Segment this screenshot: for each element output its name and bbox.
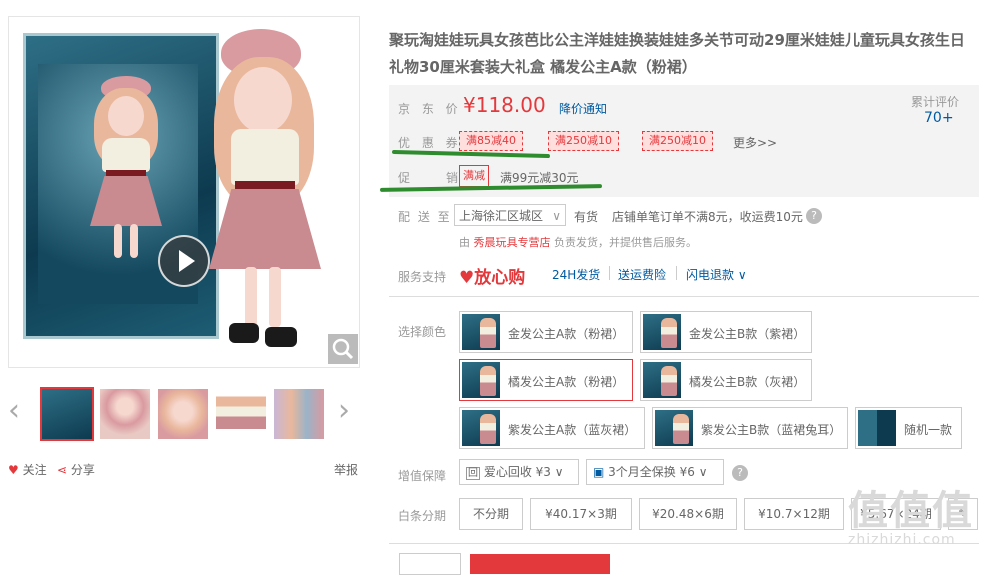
addon-recycle-label: 爱心回收 ¥3 ∨	[483, 465, 564, 479]
promo-text: 满99元减30元	[500, 171, 579, 185]
main-product-image[interactable]	[8, 16, 360, 368]
region-value: 上海徐汇区城区	[459, 209, 544, 223]
addon-warranty-label: 3个月全保换 ¥6 ∨	[608, 465, 708, 479]
addon-recycle-select[interactable]: 回 爱心回收 ¥3 ∨	[459, 459, 579, 485]
color-option-label: 紫发公主B款（蓝裙兔耳）	[701, 423, 842, 437]
color-option-2[interactable]: 金发公主B款（紫裙）	[640, 311, 812, 353]
share-link[interactable]: ⋖ 分享	[57, 461, 95, 478]
seller-line: 由 秀晨玩具专营店 负责发货，并提供售后服务。	[459, 234, 697, 250]
seller-link[interactable]: 秀晨玩具专营店	[474, 236, 551, 249]
stock-status: 有货	[574, 210, 599, 224]
prev-arrow-icon[interactable]: ‹	[8, 396, 20, 426]
divider	[389, 296, 979, 297]
shipping-fee-text: 店铺单笔订单不满8元，收运费10元	[612, 210, 803, 224]
addon-warranty-select[interactable]: ▣ 3个月全保换 ¥6 ∨	[586, 459, 724, 485]
color-option-1[interactable]: 金发公主A款（粉裙）	[459, 311, 633, 353]
color-option-label: 橘发公主A款（粉裙）	[508, 375, 625, 389]
review-count-value[interactable]: 70+	[924, 110, 954, 126]
heart-icon: ♥	[8, 463, 19, 477]
coupon-2[interactable]: 满250减10	[548, 131, 619, 151]
doll-box-image	[23, 33, 219, 339]
more-coupons-link[interactable]: 更多>>	[733, 134, 777, 151]
play-video-button[interactable]	[158, 235, 210, 287]
seller-suffix: 负责发货，并提供售后服务。	[554, 236, 697, 249]
installment-plan-none[interactable]: 不分期	[459, 498, 523, 530]
thumbnail-3[interactable]	[156, 387, 210, 441]
delivery-label: 配 送 至	[398, 210, 452, 224]
follow-label: 关注	[22, 463, 47, 477]
help-icon[interactable]: ?	[732, 465, 748, 481]
region-selector[interactable]: 上海徐汇区城区 ∨	[454, 204, 566, 226]
product-title: 聚玩淘娃娃玩具女孩芭比公主洋娃娃换装娃娃多关节可动29厘米娃娃儿童玩具女孩生日礼…	[389, 31, 965, 76]
color-option-label: 随机一款	[904, 423, 953, 437]
price-value: ¥118.00	[463, 93, 546, 117]
coupon-1[interactable]: 满85减40	[459, 131, 523, 151]
coupon-label: 优 惠 券	[398, 136, 462, 150]
color-option-6[interactable]: 紫发公主B款（蓝裙兔耳）	[652, 407, 848, 449]
installment-plan-3[interactable]: ¥40.17×3期	[530, 498, 632, 530]
installments-label: 白条分期	[398, 509, 447, 523]
thumbnail-4[interactable]	[214, 387, 268, 441]
thumbnail-2[interactable]	[98, 387, 152, 441]
review-count-label: 累计评价	[911, 95, 960, 109]
zoom-icon[interactable]	[328, 334, 358, 364]
report-link[interactable]: 举报	[334, 461, 358, 478]
color-option-label: 金发公主B款（紫裙）	[689, 327, 806, 341]
thumbnail-strip: ‹ ›	[8, 384, 358, 444]
color-option-3[interactable]: 橘发公主A款（粉裙）	[459, 359, 633, 401]
recycle-icon: 回	[466, 467, 480, 480]
color-option-label: 金发公主A款（粉裙）	[508, 327, 625, 341]
quantity-input[interactable]	[399, 553, 461, 575]
help-icon[interactable]: ?	[806, 208, 822, 224]
watermark-logo: 值值值	[848, 488, 974, 534]
seller-prefix: 由	[459, 236, 470, 249]
watermark-url: zhizhizhi.com	[848, 532, 956, 548]
shield-icon: ▣	[593, 465, 605, 479]
share-label: 分享	[70, 463, 95, 477]
service-label: 服务支持	[398, 270, 447, 284]
next-arrow-icon[interactable]: ›	[338, 396, 350, 426]
chevron-down-icon: ∨	[552, 209, 561, 223]
service-fast-refund[interactable]: 闪电退款 ∨	[686, 266, 747, 283]
color-option-5[interactable]: 紫发公主A款（蓝灰裙）	[459, 407, 645, 449]
coupon-3[interactable]: 满250减10	[642, 131, 713, 151]
promo-tag: 满减	[459, 165, 489, 187]
add-to-cart-button[interactable]	[470, 554, 610, 574]
color-option-label: 橘发公主B款（灰裙）	[689, 375, 806, 389]
follow-link[interactable]: ♥ 关注	[8, 461, 47, 478]
service-shipping-insurance[interactable]: 送运费险	[618, 266, 666, 283]
assurance-logo: ♥放心购	[459, 268, 526, 288]
color-option-4[interactable]: 橘发公主B款（灰裙）	[640, 359, 812, 401]
color-select-label: 选择颜色	[398, 325, 447, 339]
installment-plan-12[interactable]: ¥10.7×12期	[744, 498, 844, 530]
addons-label: 增值保障	[398, 469, 447, 483]
service-24h-delivery[interactable]: 24H发货	[552, 266, 600, 283]
price-notice-link[interactable]: 降价通知	[559, 100, 607, 117]
price-label: 京 东 价	[398, 102, 462, 116]
thumbnail-5[interactable]	[272, 387, 326, 441]
thumbnail-1[interactable]	[40, 387, 94, 441]
promo-label: 促 销	[398, 171, 463, 185]
share-icon: ⋖	[57, 463, 68, 477]
installment-plan-6[interactable]: ¥20.48×6期	[639, 498, 737, 530]
color-option-7[interactable]: 随机一款	[855, 407, 962, 449]
color-option-label: 紫发公主A款（蓝灰裙）	[508, 423, 637, 437]
